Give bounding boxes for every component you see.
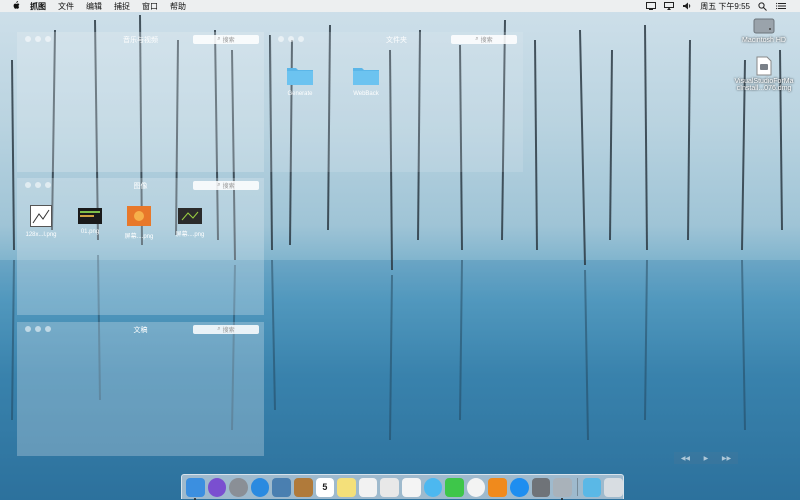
search-icon: ⌕	[217, 326, 221, 332]
finder-icon[interactable]	[186, 477, 205, 500]
screenshot-app-icon[interactable]	[553, 477, 572, 500]
airplay-icon[interactable]	[664, 2, 675, 10]
system-preferences-icon[interactable]	[531, 477, 551, 497]
search-spotlight-icon[interactable]	[758, 2, 768, 11]
preview-photo-icon[interactable]	[272, 477, 291, 497]
trash-icon[interactable]	[604, 477, 623, 497]
image-file[interactable]: 01.png	[68, 208, 112, 235]
launchpad-icon[interactable]	[229, 477, 248, 497]
menu-help[interactable]: 帮助	[170, 1, 186, 12]
clock[interactable]: 周五 下午9:55	[700, 1, 750, 12]
image-thumbnail-icon	[30, 205, 52, 227]
apple-menu-icon[interactable]	[10, 0, 22, 12]
media-controls: ◀◀ ▶ ▶▶	[674, 452, 738, 464]
downloads-folder-icon[interactable]	[582, 477, 602, 497]
notebook-icon[interactable]	[293, 477, 313, 497]
image-thumbnail-icon	[78, 208, 102, 224]
menu-edit[interactable]: 编辑	[86, 1, 102, 12]
facetime-icon[interactable]	[445, 477, 464, 497]
search-icon: ⌕	[217, 36, 221, 42]
title-bar: 图像 ⌕ 搜索	[17, 178, 264, 192]
images-stack: 图像 ⌕ 搜索 128x...l.png 01.png 屏幕....png 屏幕.…	[17, 178, 264, 315]
hard-drive-icon	[753, 18, 775, 34]
image-thumbnail-icon	[127, 206, 151, 226]
next-icon[interactable]: ▶▶	[722, 455, 731, 462]
app-menu[interactable]: 抓图	[30, 1, 46, 12]
title-bar: 文件夹 ⌕ 搜索	[270, 32, 523, 46]
previous-icon[interactable]: ◀◀	[681, 455, 690, 462]
search-input[interactable]: ⌕ 搜索	[451, 35, 517, 44]
image-file[interactable]: 屏幕....png	[168, 208, 212, 238]
title-bar: 文稿 ⌕ 搜索	[17, 322, 264, 336]
siri-icon[interactable]	[207, 477, 227, 497]
folder-item[interactable]: Generate	[278, 64, 322, 97]
menu-capture[interactable]: 捕捉	[114, 1, 130, 12]
disk-image-file-icon	[756, 56, 772, 76]
messages-icon[interactable]	[423, 477, 443, 497]
folder-icon	[287, 68, 313, 85]
folder-item[interactable]: WebBack	[344, 64, 388, 97]
search-input[interactable]: ⌕ 搜索	[193, 35, 259, 44]
menu-window[interactable]: 窗口	[142, 1, 158, 12]
running-indicator	[194, 497, 196, 500]
image-thumbnail-icon	[178, 208, 202, 224]
search-icon: ⌕	[475, 36, 479, 42]
dock: 5	[181, 474, 624, 500]
display-icon[interactable]	[646, 2, 657, 10]
safari-icon[interactable]	[250, 477, 270, 497]
folders-stack: 文件夹 ⌕ 搜索 Generate WebBack	[270, 32, 523, 172]
running-indicator	[561, 497, 564, 500]
ibooks-icon[interactable]	[488, 477, 507, 497]
calendar-icon[interactable]: 5	[315, 477, 335, 497]
folder-icon	[353, 68, 379, 85]
desktop-dmg[interactable]: VisualStudioForMa cInstall...076.dmg	[729, 56, 799, 92]
photos-icon[interactable]	[401, 477, 421, 497]
reminders-icon[interactable]	[358, 477, 378, 497]
play-icon[interactable]: ▶	[704, 455, 709, 462]
desktop-drive[interactable]: Macintosh HD	[736, 17, 792, 44]
title-bar: 音乐与视频 ⌕ 搜索	[17, 32, 264, 46]
search-input[interactable]: ⌕ 搜索	[193, 325, 259, 334]
dock-separator	[576, 478, 578, 496]
notes-icon[interactable]	[337, 477, 356, 497]
pages-icon[interactable]	[380, 477, 399, 497]
image-file[interactable]: 屏幕....png	[117, 206, 161, 240]
volume-icon[interactable]	[682, 2, 692, 10]
menu-file[interactable]: 文件	[58, 1, 74, 12]
notification-center-icon[interactable]	[776, 2, 786, 10]
search-icon: ⌕	[217, 182, 221, 188]
menu-bar: 抓图 文件 编辑 捕捉 窗口 帮助 周五 下午9:55	[0, 0, 800, 12]
image-file[interactable]: 128x...l.png	[19, 205, 63, 238]
appstore-icon[interactable]	[509, 477, 529, 497]
music-video-stack: 音乐与视频 ⌕ 搜索	[17, 32, 264, 172]
itunes-icon[interactable]	[466, 477, 486, 497]
search-input[interactable]: ⌕ 搜索	[193, 181, 259, 190]
calendar-day-label: 5	[322, 482, 328, 492]
documents-stack: 文稿 ⌕ 搜索	[17, 322, 264, 456]
